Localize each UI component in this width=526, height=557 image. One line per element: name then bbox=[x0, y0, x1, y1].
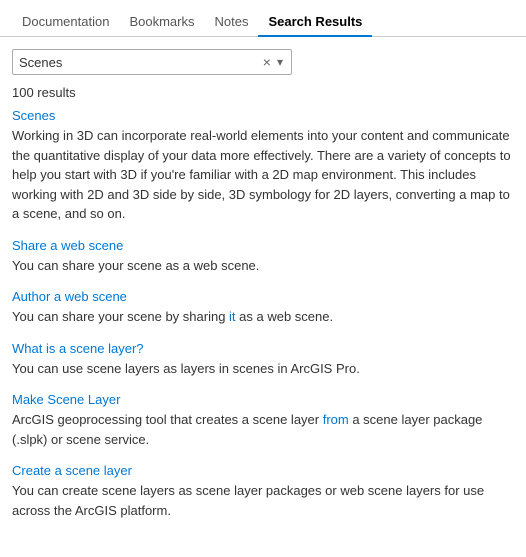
result-desc-share-web-scene: You can share your scene as a web scene. bbox=[12, 256, 514, 276]
result-desc-scene-layer: You can use scene layers as layers in sc… bbox=[12, 359, 514, 379]
result-desc-create-scene-layer: You can create scene layers as scene lay… bbox=[12, 481, 514, 520]
result-desc-scenes: Working in 3D can incorporate real-world… bbox=[12, 126, 514, 224]
result-item-scenes: Scenes Working in 3D can incorporate rea… bbox=[12, 108, 514, 224]
result-item-make-scene-layer: Make Scene Layer ArcGIS geoprocessing to… bbox=[12, 392, 514, 449]
search-dropdown-button[interactable]: ▾ bbox=[275, 55, 285, 69]
tab-bookmarks[interactable]: Bookmarks bbox=[119, 8, 204, 37]
result-title-author-web-scene[interactable]: Author a web scene bbox=[12, 289, 514, 304]
result-title-make-scene-layer[interactable]: Make Scene Layer bbox=[12, 392, 514, 407]
inline-link-from[interactable]: from bbox=[323, 412, 349, 427]
result-item-scene-layer: What is a scene layer? You can use scene… bbox=[12, 341, 514, 379]
search-input[interactable] bbox=[19, 55, 259, 70]
inline-link-it[interactable]: it bbox=[229, 309, 236, 324]
result-title-create-scene-layer[interactable]: Create a scene layer bbox=[12, 463, 514, 478]
results-list: Scenes Working in 3D can incorporate rea… bbox=[0, 108, 526, 534]
results-count: 100 results bbox=[0, 83, 526, 108]
result-title-scenes[interactable]: Scenes bbox=[12, 108, 514, 123]
search-clear-button[interactable]: × bbox=[259, 54, 275, 70]
result-title-share-web-scene[interactable]: Share a web scene bbox=[12, 238, 514, 253]
nav-tabs: Documentation Bookmarks Notes Search Res… bbox=[0, 0, 526, 37]
result-item-author-web-scene: Author a web scene You can share your sc… bbox=[12, 289, 514, 327]
tab-documentation[interactable]: Documentation bbox=[12, 8, 119, 37]
result-item-create-scene-layer: Create a scene layer You can create scen… bbox=[12, 463, 514, 520]
result-desc-make-scene-layer: ArcGIS geoprocessing tool that creates a… bbox=[12, 410, 514, 449]
tab-notes[interactable]: Notes bbox=[204, 8, 258, 37]
result-title-scene-layer[interactable]: What is a scene layer? bbox=[12, 341, 514, 356]
search-bar: × ▾ bbox=[0, 37, 526, 83]
result-item-share-web-scene: Share a web scene You can share your sce… bbox=[12, 238, 514, 276]
result-desc-author-web-scene: You can share your scene by sharing it a… bbox=[12, 307, 514, 327]
search-input-container: × ▾ bbox=[12, 49, 292, 75]
tab-search-results[interactable]: Search Results bbox=[258, 8, 372, 37]
